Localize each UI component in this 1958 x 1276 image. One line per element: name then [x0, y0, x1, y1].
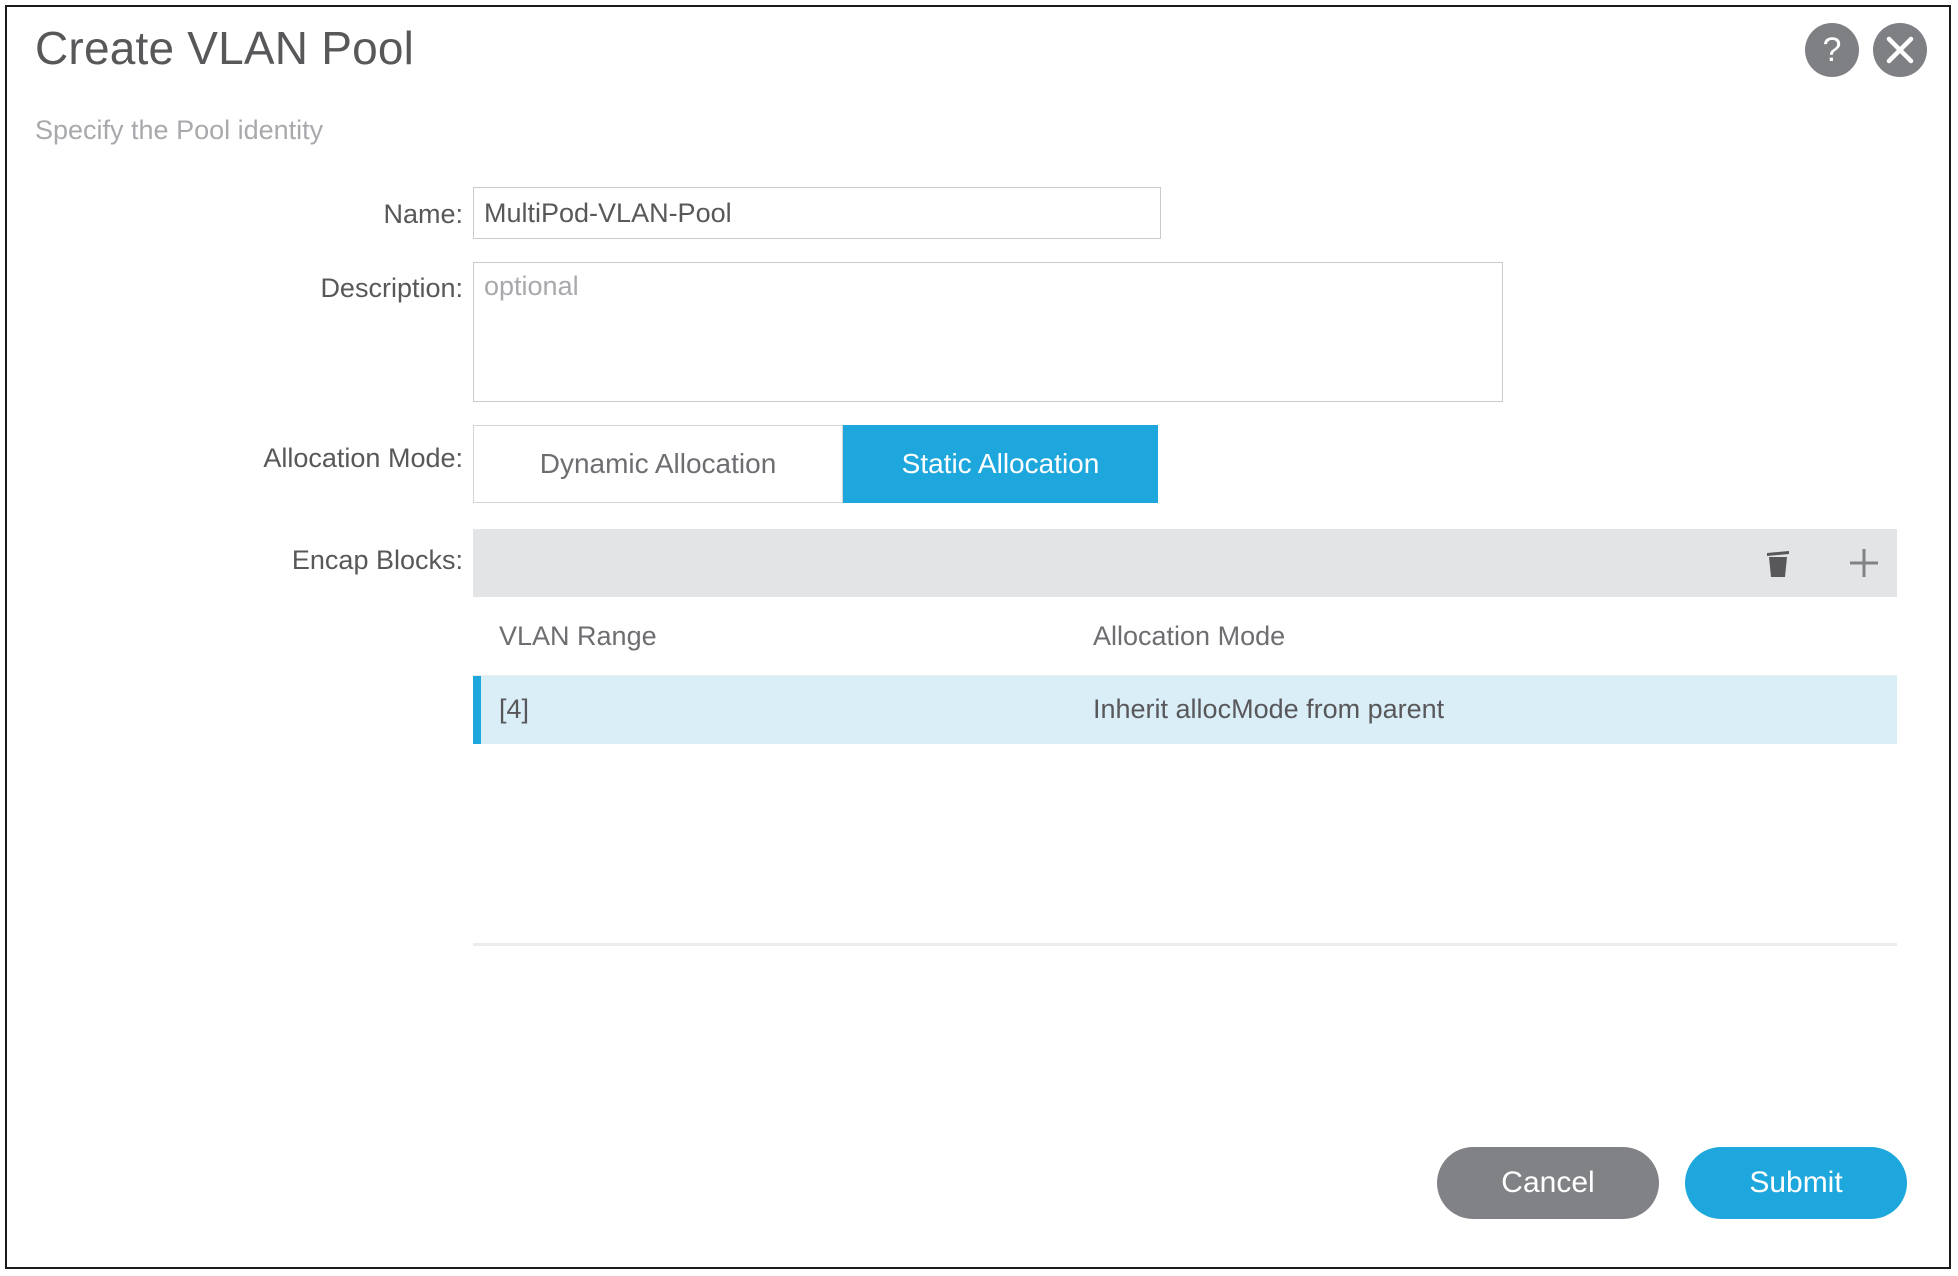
- close-circle-icon[interactable]: [1873, 23, 1927, 77]
- encap-blocks-toolbar: [473, 529, 1897, 597]
- submit-button[interactable]: Submit: [1685, 1147, 1907, 1219]
- allocation-mode-static-option[interactable]: Static Allocation: [843, 425, 1158, 503]
- row-selected-indicator: [473, 676, 481, 744]
- cell-allocation-mode: Inherit allocMode from parent: [1093, 694, 1445, 724]
- name-input[interactable]: [473, 187, 1161, 239]
- encap-blocks-label: Encap Blocks:: [291, 545, 463, 575]
- add-icon[interactable]: [1847, 545, 1881, 581]
- description-label: Description:: [320, 273, 463, 303]
- dialog-header-actions: ?: [1805, 23, 1927, 77]
- name-label: Name:: [383, 199, 463, 229]
- cancel-button[interactable]: Cancel: [1437, 1147, 1659, 1219]
- cell-vlan-range: [4]: [499, 694, 530, 724]
- svg-text:?: ?: [1823, 31, 1842, 69]
- allocation-mode-toggle: Dynamic Allocation Static Allocation: [473, 425, 1158, 503]
- delete-icon[interactable]: [1761, 545, 1795, 581]
- dialog-footer: Cancel Submit: [1437, 1147, 1907, 1219]
- table-row[interactable]: [4] Inherit allocMode from parent: [473, 675, 1897, 744]
- column-header-allocation-mode[interactable]: Allocation Mode: [1093, 621, 1285, 652]
- allocation-mode-dynamic-option[interactable]: Dynamic Allocation: [473, 425, 843, 503]
- screen: Create VLAN Pool Specify the Pool identi…: [0, 0, 1958, 1276]
- column-header-vlan-range[interactable]: VLAN Range: [499, 621, 657, 652]
- encap-blocks-table: VLAN Range Allocation Mode [4] Inherit a…: [473, 597, 1897, 744]
- page-subtitle: Specify the Pool identity: [35, 115, 324, 145]
- page-title: Create VLAN Pool: [35, 22, 415, 74]
- encap-blocks-toolbar-actions: [1761, 529, 1881, 597]
- create-vlan-pool-dialog: Create VLAN Pool Specify the Pool identi…: [5, 5, 1951, 1269]
- allocation-mode-label: Allocation Mode:: [263, 443, 463, 473]
- content-divider: [473, 943, 1897, 946]
- help-circle-icon[interactable]: ?: [1805, 23, 1859, 77]
- description-input[interactable]: [473, 262, 1503, 402]
- table-header-row: VLAN Range Allocation Mode: [473, 597, 1897, 675]
